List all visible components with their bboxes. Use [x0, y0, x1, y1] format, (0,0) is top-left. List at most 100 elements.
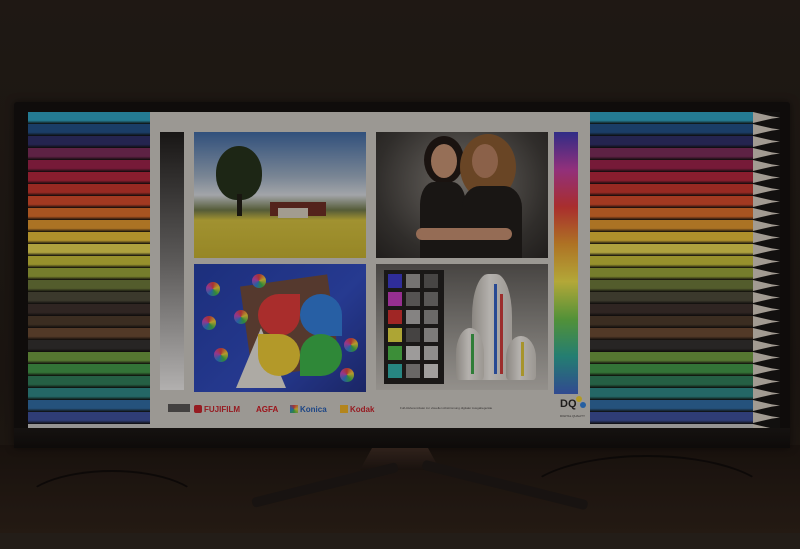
pinwheel-blade-green	[300, 334, 342, 376]
pencil-stripe	[590, 376, 753, 388]
pencil-stripe	[590, 148, 753, 160]
small-vase-left	[456, 328, 484, 380]
color-swatch	[406, 328, 420, 342]
pencil-stripe	[28, 184, 150, 196]
grey-swatch	[424, 310, 438, 324]
sponsor-logos: FUJIFILM AGFA Konica Kodak	[194, 402, 544, 418]
pencil-panel-right	[590, 112, 753, 428]
grey-swatch	[424, 292, 438, 306]
pencil-stripe	[590, 268, 753, 280]
pencil-tip	[753, 328, 780, 339]
pinwheel-blade-yellow	[258, 334, 300, 376]
pencil-tip	[753, 388, 780, 399]
pencil-tip	[753, 232, 780, 243]
pencil-stripe	[590, 400, 753, 412]
dress-right	[462, 186, 522, 258]
pencil-stripe	[590, 184, 753, 196]
small-pinwheel	[340, 368, 354, 382]
pencil-stripe	[28, 400, 150, 412]
vase-stripe-yellow	[521, 342, 524, 376]
pencil-stripe	[28, 220, 150, 232]
pencil-stripe	[28, 304, 150, 316]
pencil-tip	[753, 184, 780, 195]
pencil-stripe	[590, 136, 753, 148]
pencil-stripe	[28, 136, 150, 148]
pencil-tip	[753, 148, 780, 159]
pencil-tip	[753, 316, 780, 327]
pencil-stripe	[28, 292, 150, 304]
pencil-stripe	[28, 112, 150, 124]
pencil-tip	[753, 364, 780, 375]
pencil-stripe	[590, 160, 753, 172]
pencil-tip	[753, 280, 780, 291]
pencil-stripe	[590, 352, 753, 364]
pencil-stripe	[28, 208, 150, 220]
color-swatch	[406, 274, 420, 288]
color-swatch	[406, 364, 420, 378]
pencil-stripe	[28, 340, 150, 352]
tree	[216, 146, 262, 200]
pencil-tip	[753, 304, 780, 315]
pencil-stripe	[590, 412, 753, 424]
dq-dot-blue	[580, 402, 586, 408]
color-swatch	[388, 274, 402, 288]
pencil-tip	[753, 208, 780, 219]
pencil-tip	[753, 172, 780, 183]
portrait-photo	[376, 132, 548, 258]
pencil-stripe	[28, 244, 150, 256]
pencil-stripe	[28, 196, 150, 208]
pencil-tip	[753, 220, 780, 231]
pencil-tip	[753, 244, 780, 255]
arms	[416, 228, 512, 240]
small-pinwheel	[214, 348, 228, 362]
vase-stripe-green	[471, 334, 474, 374]
color-swatch	[388, 310, 402, 324]
pencil-panel-left	[28, 112, 150, 428]
small-pinwheel	[202, 316, 216, 330]
pencil-stripe	[28, 352, 150, 364]
pencil-tip	[753, 400, 780, 411]
small-pinwheel	[206, 282, 220, 296]
color-swatch	[388, 364, 402, 378]
pencil-stripe	[590, 388, 753, 400]
spectrum-bar	[554, 132, 578, 394]
pencil-stripe	[590, 316, 753, 328]
color-swatches	[384, 270, 444, 384]
test-chart: FUJIFILM AGFA Konica Kodak Fuß-Referenzd…	[150, 112, 590, 428]
pencil-stripe	[590, 172, 753, 184]
color-swatch	[406, 292, 420, 306]
pencil-stripe	[590, 244, 753, 256]
pencil-stripe	[28, 364, 150, 376]
color-swatch	[406, 346, 420, 360]
vase-stripe-red	[500, 294, 503, 374]
dq-mark: DQ	[560, 398, 577, 410]
color-swatch	[406, 310, 420, 324]
small-pinwheel	[252, 274, 266, 288]
pencil-stripe	[590, 340, 753, 352]
pencil-stripe	[590, 124, 753, 136]
dress-left	[420, 182, 466, 258]
pencil-tip	[753, 340, 780, 351]
pencil-tip	[753, 376, 780, 387]
pencil-tip	[753, 112, 780, 123]
tree-trunk	[237, 194, 242, 216]
pencil-tip	[753, 124, 780, 135]
pencil-stripe	[590, 232, 753, 244]
small-pinwheel	[234, 310, 248, 324]
grey-swatch	[424, 364, 438, 378]
pencil-tip	[753, 292, 780, 303]
pencil-stripe	[28, 172, 150, 184]
dq-dot-yellow	[576, 396, 582, 402]
pencil-stripe	[590, 328, 753, 340]
vase-stripe-blue	[494, 284, 497, 374]
vases-photo	[376, 264, 548, 390]
pencil-tip	[753, 160, 780, 171]
grey-patch	[168, 404, 190, 412]
pencil-stripe	[28, 148, 150, 160]
kodak-logo: Kodak	[340, 405, 374, 414]
pencil-tip	[753, 256, 780, 267]
color-swatch	[388, 328, 402, 342]
pencil-stripe	[28, 268, 150, 280]
monitor-screen: FUJIFILM AGFA Konica Kodak Fuß-Referenzd…	[28, 112, 780, 428]
pencil-tip	[753, 412, 780, 423]
